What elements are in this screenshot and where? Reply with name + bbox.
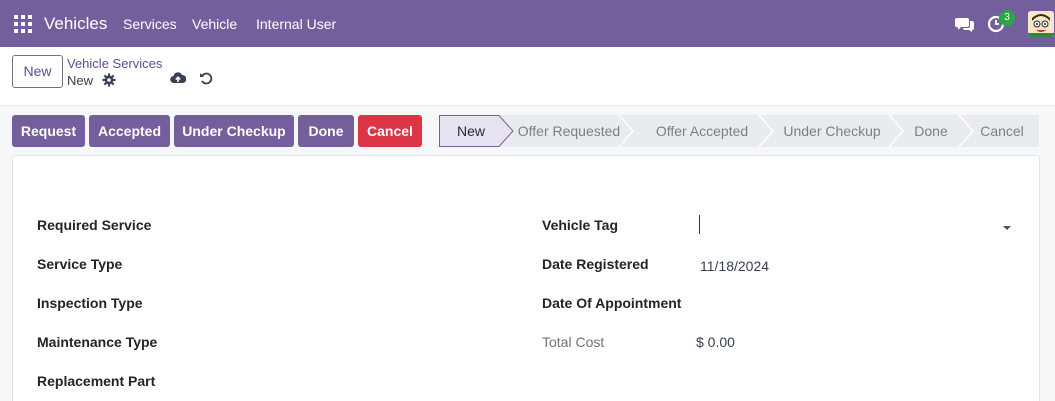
service-type-label: Service Type	[37, 256, 123, 272]
menu-item-vehicle[interactable]: Vehicle	[192, 16, 237, 32]
menu-item-services[interactable]: Services	[123, 16, 177, 32]
accepted-button[interactable]: Accepted	[89, 115, 170, 147]
avatar[interactable]	[1028, 11, 1054, 37]
stage-new[interactable]: New	[439, 115, 503, 147]
total-cost-label: Total Cost	[542, 334, 605, 350]
stage-offer-requested[interactable]: Offer Requested	[513, 115, 625, 147]
breadcrumb-current: New	[67, 73, 94, 88]
done-button[interactable]: Done	[298, 115, 354, 147]
form-sheet	[12, 155, 1040, 401]
vehicle-tag-label: Vehicle Tag	[542, 217, 618, 233]
required-service-label: Required Service	[37, 217, 152, 233]
gear-icon[interactable]	[102, 73, 116, 87]
request-button[interactable]: Request	[12, 115, 85, 147]
app-name[interactable]: Vehicles	[44, 14, 107, 34]
cancel-button[interactable]: Cancel	[358, 115, 422, 147]
activity-badge: 3	[999, 10, 1015, 26]
text-cursor	[699, 215, 700, 234]
top-navbar: Vehicles Services Vehicle Internal User …	[0, 0, 1055, 47]
maintenance-type-label: Maintenance Type	[37, 334, 158, 350]
vehicle-tag-input[interactable]	[700, 215, 1012, 235]
under-checkup-button[interactable]: Under Checkup	[174, 115, 294, 147]
menu-item-internal-user[interactable]: Internal User	[256, 16, 336, 32]
control-panel: New Vehicle Services New	[0, 47, 1055, 106]
stage-cancel[interactable]: Cancel	[973, 115, 1031, 147]
date-registered-field[interactable]: 11/18/2024	[700, 258, 769, 274]
inspection-type-label: Inspection Type	[37, 295, 143, 311]
cloud-upload-icon[interactable]	[170, 71, 186, 85]
total-cost-value: $ 0.00	[696, 334, 735, 350]
stage-under-checkup[interactable]: Under Checkup	[773, 115, 891, 147]
status-bar: New Offer Requested Offer Accepted Under…	[439, 115, 1039, 147]
date-of-appointment-field[interactable]	[700, 295, 1012, 313]
replacement-part-label: Replacement Part	[37, 373, 156, 389]
breadcrumb-parent[interactable]: Vehicle Services	[67, 56, 162, 71]
stage-done[interactable]: Done	[903, 115, 959, 147]
date-of-appointment-label: Date Of Appointment	[542, 295, 682, 311]
chevron-down-icon[interactable]	[1003, 226, 1011, 230]
undo-icon[interactable]	[199, 71, 213, 85]
stage-offer-accepted[interactable]: Offer Accepted	[639, 115, 765, 147]
chat-icon[interactable]	[955, 15, 975, 33]
apps-grid-icon[interactable]	[14, 15, 32, 33]
date-registered-label: Date Registered	[542, 256, 649, 272]
new-record-button[interactable]: New	[12, 55, 63, 88]
